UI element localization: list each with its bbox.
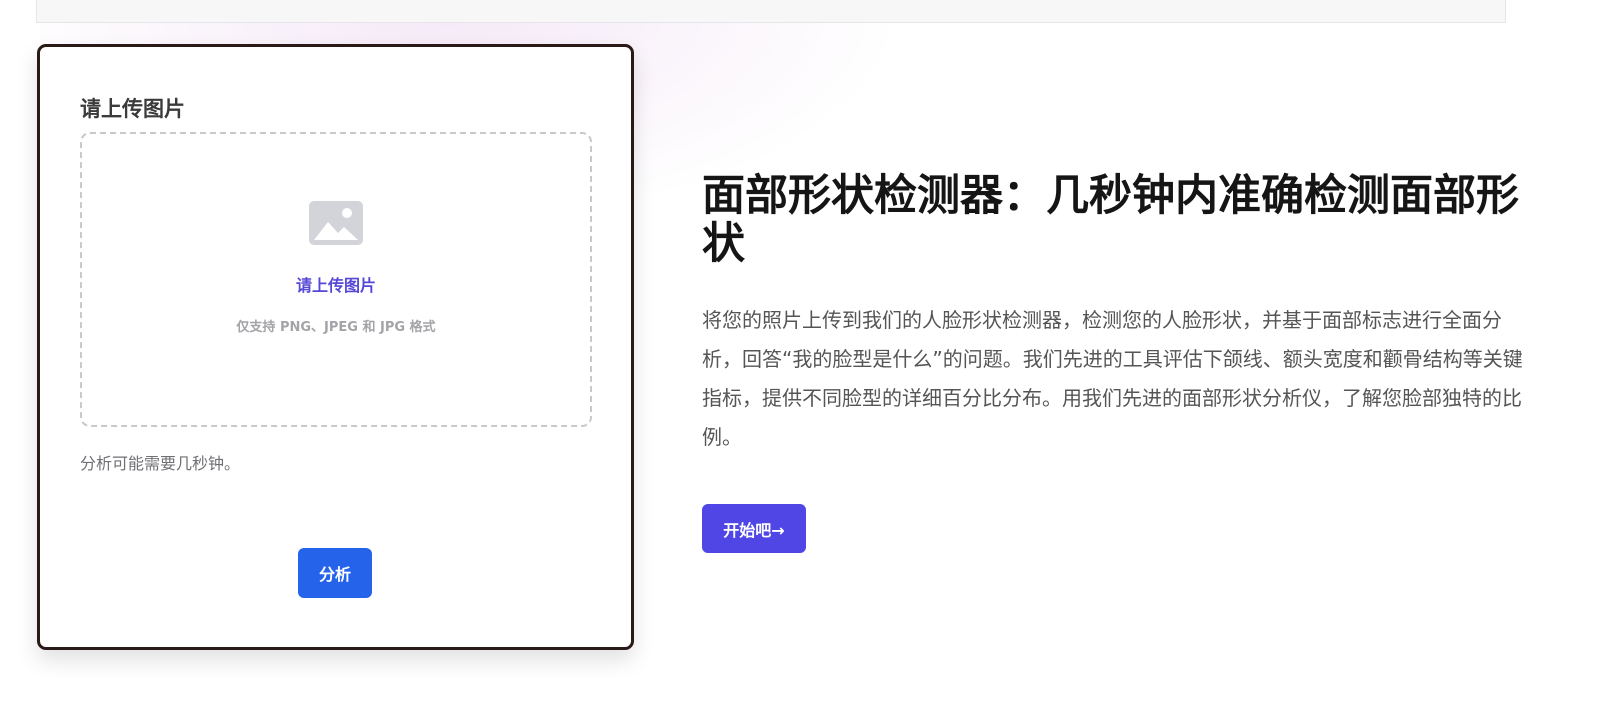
image-placeholder-icon [309,201,363,245]
upload-card: 请上传图片 请上传图片 仅支持 PNG、JPEG 和 JPG 格式 分析可能需要… [37,44,634,650]
hero-title: 面部形状检测器：几秒钟内准确检测面部形状 [702,171,1519,269]
analysis-time-note: 分析可能需要几秒钟。 [80,454,241,473]
analyze-button[interactable]: 分析 [298,548,372,598]
page: 请上传图片 请上传图片 仅支持 PNG、JPEG 和 JPG 格式 分析可能需要… [0,0,1600,723]
dropzone-format-hint: 仅支持 PNG、JPEG 和 JPG 格式 [236,320,436,335]
get-started-button[interactable]: 开始吧→ [702,504,806,553]
image-dropzone[interactable]: 请上传图片 仅支持 PNG、JPEG 和 JPG 格式 [80,132,592,427]
dropzone-title: 请上传图片 [295,276,376,295]
upload-card-title: 请上传图片 [80,97,185,121]
top-bar [36,0,1506,23]
hero-description: 将您的照片上传到我们的人脸形状检测器，检测您的人脸形状，并基于面部标志进行全面分… [702,308,1523,449]
